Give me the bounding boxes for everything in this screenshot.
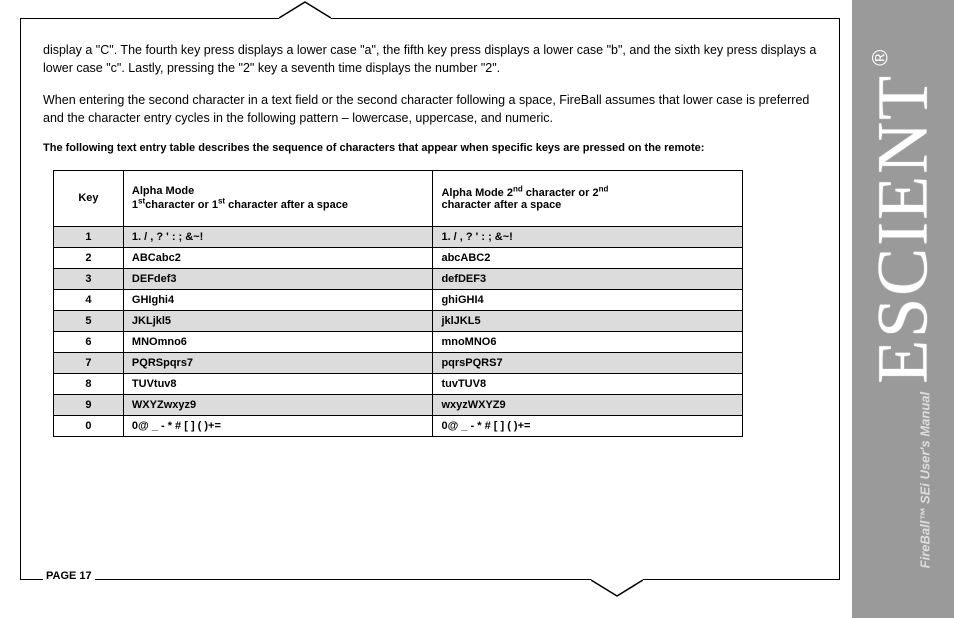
cell-key: 3: [54, 268, 124, 289]
cell-mode1: ABCabc2: [123, 247, 433, 268]
brand-sidebar-inner: FireBall™ SEi User's Manual ESCIENT ®: [862, 50, 945, 569]
registered-mark-icon: ®: [868, 50, 894, 66]
sup-nd-icon: nd: [513, 185, 523, 194]
frame-notch-bottom-icon: [591, 562, 643, 580]
header-col2-line1: Alpha Mode 2nd character or 2nd: [441, 187, 608, 199]
table-row: 7PQRSpqrs7pqrsPQRS7: [54, 352, 743, 373]
cell-mode1: MNOmno6: [123, 331, 433, 352]
cell-mode1: DEFdef3: [123, 268, 433, 289]
frame-notch-top-icon: [279, 18, 331, 36]
cell-mode2: jklJKL5: [433, 310, 743, 331]
cell-mode2: abcABC2: [433, 247, 743, 268]
cell-mode1: 1. / , ? ' : ; &~!: [123, 226, 433, 247]
cell-mode1: 0@ _ - * # [ ] ( )+=: [123, 415, 433, 436]
table-row: 5JKLjkl5jklJKL5: [54, 310, 743, 331]
cell-key: 4: [54, 289, 124, 310]
table-header-col2: Alpha Mode 2nd character or 2nd characte…: [433, 170, 743, 226]
cell-key: 5: [54, 310, 124, 331]
cell-key: 0: [54, 415, 124, 436]
cell-key: 6: [54, 331, 124, 352]
content-frame: display a "C". The fourth key press disp…: [20, 18, 840, 580]
cell-mode2: pqrsPQRS7: [433, 352, 743, 373]
cell-mode2: wxyzWXYZ9: [433, 394, 743, 415]
cell-mode2: mnoMNO6: [433, 331, 743, 352]
body-paragraph-2: When entering the second character in a …: [43, 91, 817, 127]
table-row: 2ABCabc2abcABC2: [54, 247, 743, 268]
cell-mode1: TUVtuv8: [123, 373, 433, 394]
page-root: FireBall™ SEi User's Manual ESCIENT ® di…: [0, 0, 954, 618]
cell-key: 7: [54, 352, 124, 373]
table-intro-bold: The following text entry table describes…: [43, 142, 817, 154]
cell-key: 2: [54, 247, 124, 268]
table-header-row: Key Alpha Mode 1stcharacter or 1st chara…: [54, 170, 743, 226]
header-key-label: Key: [78, 192, 98, 204]
cell-mode2: tuvTUV8: [433, 373, 743, 394]
cell-key: 1: [54, 226, 124, 247]
cell-mode1: PQRSpqrs7: [123, 352, 433, 373]
header-col1-line2: 1stcharacter or 1st character after a sp…: [132, 199, 348, 211]
cell-mode2: 1. / , ? ' : ; &~!: [433, 226, 743, 247]
header-col1-line1: Alpha Mode: [132, 185, 194, 197]
table-body: 11. / , ? ' : ; &~!1. / , ? ' : ; &~!2AB…: [54, 226, 743, 436]
cell-key: 9: [54, 394, 124, 415]
cell-mode1: GHIghi4: [123, 289, 433, 310]
table-header-col1: Alpha Mode 1stcharacter or 1st character…: [123, 170, 433, 226]
brand-sidebar: FireBall™ SEi User's Manual ESCIENT ®: [852, 0, 954, 618]
table-row: 11. / , ? ' : ; &~!1. / , ? ' : ; &~!: [54, 226, 743, 247]
table-row: 8TUVtuv8tuvTUV8: [54, 373, 743, 394]
table-row: 9WXYZwxyz9wxyzWXYZ9: [54, 394, 743, 415]
text-entry-table-wrap: Key Alpha Mode 1stcharacter or 1st chara…: [53, 170, 817, 437]
manual-subtitle: FireBall™ SEi User's Manual: [918, 392, 933, 568]
cell-key: 8: [54, 373, 124, 394]
text-entry-table: Key Alpha Mode 1stcharacter or 1st chara…: [53, 170, 743, 437]
header-col2-line2: character after a space: [441, 199, 561, 211]
cell-mode2: ghiGHI4: [433, 289, 743, 310]
cell-mode2: defDEF3: [433, 268, 743, 289]
table-row: 3DEFdef3defDEF3: [54, 268, 743, 289]
cell-mode2: 0@ _ - * # [ ] ( )+=: [433, 415, 743, 436]
body-paragraph-1: display a "C". The fourth key press disp…: [43, 41, 817, 77]
h1b: character or 1: [145, 199, 218, 211]
table-row: 6MNOmno6mnoMNO6: [54, 331, 743, 352]
table-row: 00@ _ - * # [ ] ( )+=0@ _ - * # [ ] ( )+…: [54, 415, 743, 436]
sup-st2-icon: st: [218, 197, 225, 206]
cell-mode1: JKLjkl5: [123, 310, 433, 331]
brand-logo-text: ESCIENT: [862, 74, 945, 384]
table-header-key: Key: [54, 170, 124, 226]
h1c: character after a space: [225, 199, 348, 211]
h2b: character or 2: [523, 187, 599, 199]
h2a: Alpha Mode 2: [441, 187, 513, 199]
page-number: PAGE 17: [43, 570, 95, 582]
cell-mode1: WXYZwxyz9: [123, 394, 433, 415]
sup-nd2-icon: nd: [599, 185, 609, 194]
table-row: 4GHIghi4ghiGHI4: [54, 289, 743, 310]
